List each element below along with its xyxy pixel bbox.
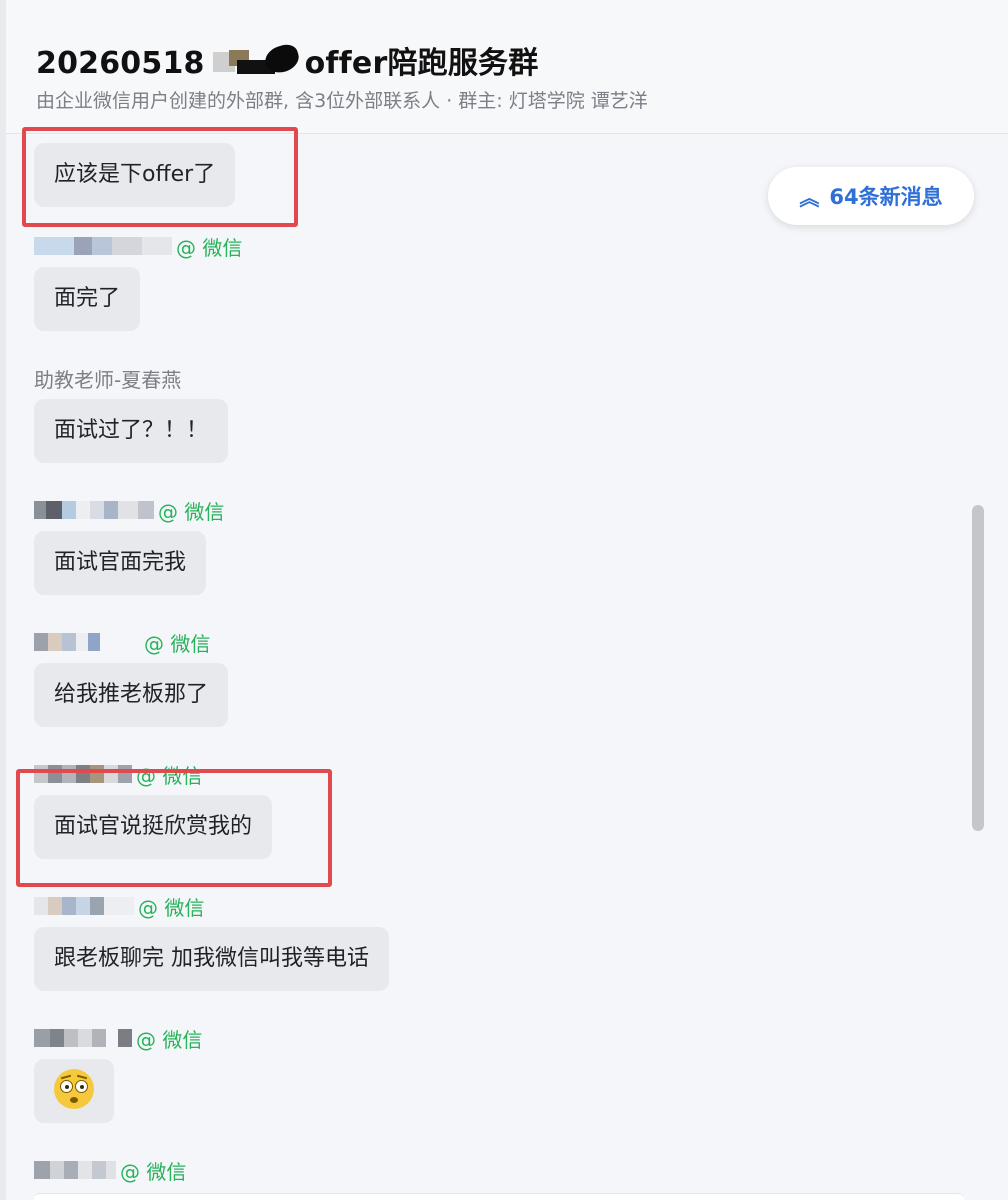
flushed-face-icon (54, 1069, 94, 1109)
wechat-tag: @ 微信 (176, 235, 243, 260)
chat-header: 20260518 offer陪跑服务群 由企业微信用户创建的外部群, 含3位外部联… (6, 0, 1008, 134)
redacted-sender-blur (34, 235, 172, 257)
message-bubble[interactable]: 面试官面完我 (34, 531, 207, 595)
message-item: @ 微信 (34, 1025, 202, 1123)
message-bubble[interactable]: 面试过了？！！ (34, 399, 229, 463)
message-list[interactable]: 应该是下offer了 @ 微信 面完了 助教老师-夏春燕 面试过了？！！ @ 微… (6, 127, 1008, 1200)
group-title-prefix: 20260518 (36, 46, 205, 81)
new-messages-label: 64条新消息 (829, 185, 943, 209)
redacted-sender-blur (34, 499, 154, 521)
message-item: @ 微信 (34, 1157, 187, 1184)
redacted-name-blur (207, 41, 303, 77)
highlight-annotation (22, 127, 298, 227)
scrollbar-thumb[interactable] (972, 505, 984, 831)
message-item: @ 微信 面完了 (34, 233, 242, 331)
message-bubble[interactable] (34, 1059, 114, 1123)
group-title: 20260518 offer陪跑服务群 (36, 38, 538, 82)
input-area-edge (34, 1193, 964, 1200)
group-title-suffix: offer陪跑服务群 (304, 46, 539, 81)
message-sender: 助教老师-夏春燕 (34, 367, 182, 392)
message-bubble[interactable]: 面完了 (34, 267, 141, 331)
message-item: @ 微信 面试官面完我 (34, 497, 224, 595)
message-bubble[interactable]: 给我推老板那了 (34, 663, 229, 727)
double-chevron-up-icon: ︽ (799, 185, 820, 210)
message-sender: @ 微信 (34, 893, 389, 920)
group-subtitle: 由企业微信用户创建的外部群, 含3位外部联系人 · 群主: 灯塔学院 谭艺洋 (36, 90, 648, 112)
message-item: @ 微信 给我推老板那了 (34, 629, 229, 727)
message-sender: @ 微信 (34, 1157, 187, 1184)
message-item: 助教老师-夏春燕 面试过了？！！ (34, 365, 229, 463)
message-bubble[interactable]: 跟老板聊完 加我微信叫我等电话 (34, 927, 389, 991)
wechat-tag: @ 微信 (144, 631, 211, 656)
highlight-annotation (16, 769, 332, 887)
message-sender: @ 微信 (34, 1025, 203, 1052)
redacted-sender-blur (34, 895, 134, 917)
message-item: @ 微信 跟老板聊完 加我微信叫我等电话 (34, 893, 389, 991)
message-sender: @ 微信 (34, 497, 225, 524)
wechat-tag: @ 微信 (138, 895, 205, 920)
message-sender: @ 微信 (34, 233, 243, 260)
message-sender: @ 微信 (34, 629, 228, 656)
redacted-sender-blur (34, 1027, 132, 1049)
new-messages-button[interactable]: ︽ 64条新消息 (768, 167, 974, 225)
wechat-tag: @ 微信 (158, 499, 225, 524)
redacted-sender-blur (34, 1159, 116, 1181)
wechat-tag: @ 微信 (136, 1027, 203, 1052)
wechat-tag: @ 微信 (120, 1159, 187, 1184)
redacted-sender-blur (34, 631, 140, 653)
